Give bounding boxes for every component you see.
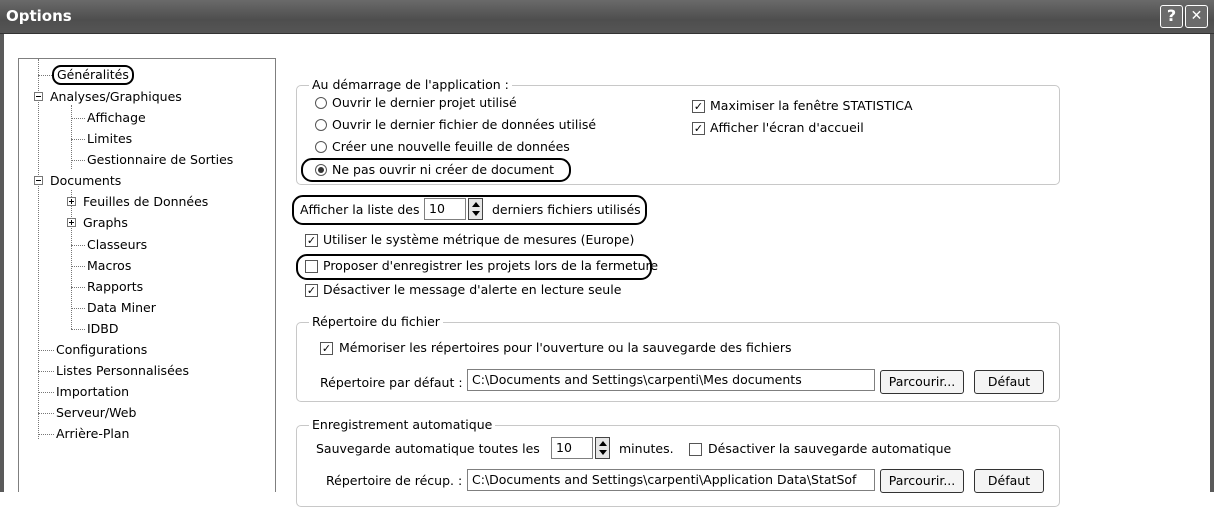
tree-item-feuilles-donnees[interactable]: Feuilles de Données	[83, 194, 208, 210]
tree-guide	[38, 434, 54, 435]
radio-create-new-sheet-label: Créer une nouvelle feuille de données	[332, 139, 570, 154]
browse-default-dir-button[interactable]: Parcourir...	[880, 370, 964, 394]
autosave-label-before: Sauvegarde automatique toutes les	[316, 441, 540, 456]
radio-open-last-data-file[interactable]	[315, 119, 327, 131]
tree-guide	[71, 266, 85, 267]
tree-item-graphs[interactable]: Graphs	[83, 215, 128, 231]
tree-guide	[71, 287, 85, 288]
tree-item-rapports[interactable]: Rapports	[87, 279, 143, 295]
tree-item-affichage[interactable]: Affichage	[87, 110, 146, 126]
tree-guide	[38, 392, 54, 393]
remember-dirs-label: Mémoriser les répertoires pour l'ouvertu…	[339, 340, 792, 355]
save-projects-label: Proposer d'enregistrer les projets lors …	[323, 258, 659, 273]
metric-label: Utiliser le système métrique de mesures …	[323, 232, 635, 247]
radio-no-document[interactable]	[315, 164, 327, 176]
tree-item-configurations[interactable]: Configurations	[56, 342, 147, 358]
disable-autosave-label: Désactiver la sauvegarde automatique	[708, 441, 952, 456]
window-title: Options	[6, 7, 72, 25]
tree-guide	[38, 59, 39, 439]
help-button[interactable]: ?	[1160, 5, 1183, 28]
default-dir-reset-button[interactable]: Défaut	[974, 370, 1044, 394]
recovery-dir-label: Répertoire de récup. :	[326, 473, 463, 488]
directory-legend: Répertoire du fichier	[309, 314, 443, 329]
tree-guide	[71, 118, 85, 119]
tree-item-documents[interactable]: Documents	[50, 173, 121, 189]
autosave-legend: Enregistrement automatique	[309, 417, 496, 432]
radio-create-new-sheet[interactable]	[315, 141, 327, 153]
tree-guide	[71, 245, 85, 246]
close-button[interactable]: ✕	[1185, 5, 1208, 28]
tree-item-classeurs[interactable]: Classeurs	[87, 237, 147, 253]
default-dir-input[interactable]: C:\Documents and Settings\carpenti\Mes d…	[467, 369, 875, 391]
default-dir-label: Répertoire par défaut :	[320, 375, 463, 390]
tree-item-analyses-graphiques[interactable]: Analyses/Graphiques	[50, 89, 182, 105]
disable-autosave-checkbox[interactable]	[689, 443, 702, 456]
radio-open-last-project-label: Ouvrir le dernier projet utilisé	[332, 95, 517, 110]
maximize-checkbox[interactable]: ✓	[692, 100, 705, 113]
readonly-alert-label: Désactiver le message d'alerte en lectur…	[323, 282, 622, 297]
tree-item-data-miner[interactable]: Data Miner	[87, 300, 156, 316]
tree-item-listes-personnalisees[interactable]: Listes Personnalisées	[56, 363, 189, 379]
options-dialog: Options ? ✕ Généralités Analyses/Graphiq…	[0, 0, 1214, 507]
tree-item-gestionnaire-sorties[interactable]: Gestionnaire de Sorties	[87, 152, 233, 168]
tree-item-macros[interactable]: Macros	[87, 258, 131, 274]
recovery-dir-reset-button[interactable]: Défaut	[974, 469, 1044, 493]
splash-label: Afficher l'écran d'accueil	[710, 120, 864, 135]
radio-open-last-data-file-label: Ouvrir le dernier fichier de données uti…	[332, 117, 597, 132]
autosave-interval-spinner[interactable]	[595, 437, 610, 459]
expand-icon[interactable]	[67, 197, 76, 206]
tree-item-idbd[interactable]: IDBD	[87, 321, 119, 337]
tree-guide	[38, 350, 54, 351]
tree-guide	[38, 371, 54, 372]
tree-item-limites[interactable]: Limites	[87, 131, 132, 147]
autosave-group	[296, 425, 1060, 507]
tree-guide	[71, 160, 85, 161]
save-projects-checkbox[interactable]	[305, 260, 318, 273]
recent-files-spinner[interactable]	[468, 198, 483, 220]
remember-dirs-checkbox[interactable]: ✓	[320, 342, 333, 355]
expand-icon[interactable]	[67, 218, 76, 227]
recent-files-label-after: derniers fichiers utilisés	[492, 202, 641, 217]
readonly-alert-checkbox[interactable]: ✓	[305, 284, 318, 297]
tree-guide	[71, 329, 85, 330]
autosave-interval-input[interactable]: 10	[551, 437, 593, 459]
startup-legend: Au démarrage de l'application :	[309, 77, 512, 92]
recent-files-count-input[interactable]: 10	[424, 198, 466, 220]
radio-open-last-project[interactable]	[315, 97, 327, 109]
splash-checkbox[interactable]: ✓	[692, 122, 705, 135]
tree-item-arriere-plan[interactable]: Arrière-Plan	[56, 426, 129, 442]
tree-guide	[71, 308, 85, 309]
collapse-icon[interactable]	[34, 176, 43, 185]
recent-files-label-before: Afficher la liste des	[300, 202, 420, 217]
radio-no-document-label: Ne pas ouvrir ni créer de document	[332, 162, 555, 177]
tree-item-serveur-web[interactable]: Serveur/Web	[56, 405, 136, 421]
tree-guide	[38, 413, 54, 414]
title-bar[interactable]: Options ? ✕	[0, 0, 1214, 34]
tree-guide	[71, 139, 85, 140]
maximize-label: Maximiser la fenêtre STATISTICA	[710, 98, 913, 113]
tree-item-generalites[interactable]: Généralités	[52, 65, 134, 85]
options-tree[interactable]: Généralités Analyses/Graphiques Affichag…	[18, 58, 276, 492]
recovery-dir-input[interactable]: C:\Documents and Settings\carpenti\Appli…	[467, 469, 875, 491]
metric-checkbox[interactable]: ✓	[305, 234, 318, 247]
collapse-icon[interactable]	[34, 92, 43, 101]
browse-recovery-dir-button[interactable]: Parcourir...	[880, 469, 964, 493]
autosave-label-after: minutes.	[619, 441, 674, 456]
tree-item-importation[interactable]: Importation	[56, 384, 129, 400]
